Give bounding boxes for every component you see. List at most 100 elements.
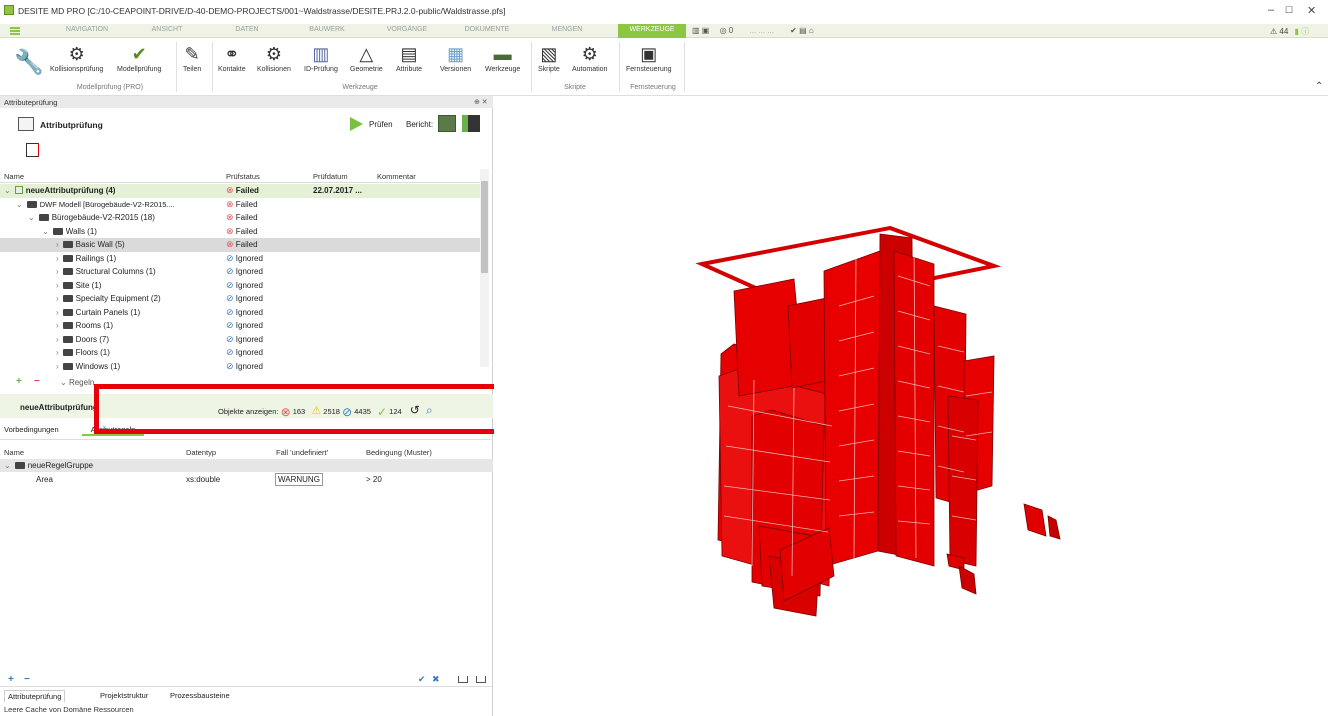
model-check-button[interactable]: ✔ Modellprüfung: [117, 42, 161, 73]
tree-row[interactable]: › Windows (1) ⊘ Ignored: [0, 360, 480, 374]
collision-check-button[interactable]: ⚙ Kollisionsprüfung: [50, 42, 103, 73]
3d-viewport[interactable]: [494, 96, 1328, 716]
menu-bauwerk[interactable]: BAUWERK: [300, 26, 354, 33]
menu-vorgaenge[interactable]: VORGÄNGE: [380, 26, 434, 33]
tree-tool-icon[interactable]: [26, 143, 39, 157]
menu-dokumente[interactable]: DOKUMENTE: [460, 26, 514, 33]
remove-icon[interactable]: −: [34, 376, 40, 387]
automation-button[interactable]: ⚙ Automation: [572, 42, 607, 73]
visibility-icon[interactable]: ◎: [720, 26, 727, 35]
tree-row[interactable]: › Curtain Panels (1) ⊘ Ignored: [0, 306, 480, 320]
rule-group-row[interactable]: ⌄ neueRegelGruppe: [0, 459, 493, 472]
col-status[interactable]: Prüfstatus: [226, 172, 260, 181]
collapse-ribbon-icon[interactable]: ⌃: [1315, 81, 1323, 92]
rule-col-type[interactable]: Datentyp: [186, 448, 216, 457]
bottom-tab-attribute[interactable]: Attributeprüfung: [4, 690, 66, 702]
rule-col-name[interactable]: Name: [4, 448, 24, 457]
maximize-button[interactable]: ☐: [1285, 5, 1293, 16]
remote-button[interactable]: ▣ Fernsteuerung: [626, 42, 672, 73]
layout-icon[interactable]: ▥ ▣: [692, 26, 709, 35]
pin-icon[interactable]: ⊕ ✕: [474, 98, 488, 106]
tree-row[interactable]: › Rooms (1) ⊘ Ignored: [0, 319, 480, 333]
menu-mengen[interactable]: MENGEN: [540, 26, 594, 33]
tree-row-selected[interactable]: › Basic Wall (5) ⊗ Failed: [0, 238, 480, 252]
add-rule-icon[interactable]: +: [8, 674, 14, 685]
tree-row[interactable]: ⌄ DWF Modell [Bürogebäude-V2-R2015.... ⊗ …: [0, 198, 480, 212]
remove-rule-icon[interactable]: −: [24, 674, 30, 685]
chevron-down-icon[interactable]: ⌄: [42, 227, 49, 236]
chevron-down-icon[interactable]: ⌄: [4, 461, 11, 470]
tab-vorbedingungen[interactable]: Vorbedingungen: [4, 425, 59, 434]
tool-icons[interactable]: ✔ ▤ ⌂: [790, 26, 814, 35]
row-name: Basic Wall (5): [75, 240, 125, 249]
folder-icon: [62, 268, 73, 275]
chevron-down-icon[interactable]: ⌄: [4, 186, 11, 195]
bottom-tab-process[interactable]: Prozessbausteine: [170, 691, 230, 700]
chevron-right-icon[interactable]: ›: [56, 362, 59, 371]
chevron-right-icon[interactable]: ›: [56, 281, 59, 290]
versions-button[interactable]: ▦ Versionen: [440, 42, 471, 73]
tree-row[interactable]: › Floors (1) ⊘ Ignored: [0, 346, 480, 360]
info-icon[interactable]: ⓘ: [1301, 27, 1309, 36]
export-rule-icon[interactable]: [476, 676, 486, 683]
tree-row[interactable]: › Railings (1) ⊘ Ignored: [0, 252, 480, 266]
minimize-button[interactable]: –: [1268, 4, 1274, 16]
chevron-right-icon[interactable]: ›: [56, 267, 59, 276]
ribbon-separator: [684, 42, 685, 92]
share-button[interactable]: ✎ Teilen: [183, 42, 201, 73]
tree-row[interactable]: ⌄ neueAttributprüfung (4) ⊗ Failed 22.07.…: [0, 184, 480, 198]
menu-navigation[interactable]: NAVIGATION: [60, 26, 114, 33]
tools-button[interactable]: ▬ Werkzeuge: [485, 42, 520, 73]
import-icon[interactable]: [458, 676, 468, 683]
tree-row[interactable]: › Site (1) ⊘ Ignored: [0, 279, 480, 293]
menu-daten[interactable]: DATEN: [220, 26, 274, 33]
col-date[interactable]: Prüfdatum: [313, 172, 348, 181]
chevron-right-icon[interactable]: ›: [56, 335, 59, 344]
chevron-down-icon[interactable]: ⌄: [16, 200, 23, 209]
rules-toggle[interactable]: ⌄ Regeln: [60, 378, 94, 387]
col-name[interactable]: Name: [4, 172, 24, 181]
id-check-button[interactable]: ▥ ID-Prüfung: [304, 42, 338, 73]
collisions-button[interactable]: ⚙ Kollisionen: [257, 42, 291, 73]
close-button[interactable]: ✕: [1307, 4, 1316, 17]
checkbox[interactable]: [14, 186, 23, 194]
attribute-button[interactable]: ▤ Attribute: [396, 42, 422, 73]
warning-icon[interactable]: ⚠: [1270, 27, 1277, 36]
menu-ansicht[interactable]: ANSICHT: [140, 26, 194, 33]
collision-check-label: Kollisionsprüfung: [50, 66, 104, 73]
contacts-button[interactable]: ⚭ Kontakte: [218, 42, 246, 73]
bottom-tab-project[interactable]: Projektstruktur: [100, 691, 148, 700]
status-icon[interactable]: ▮: [1295, 27, 1299, 36]
rule-row[interactable]: Area xs:double WARNUNG > 20: [0, 473, 493, 486]
export-icon[interactable]: [462, 115, 480, 132]
building-model[interactable]: [494, 96, 1328, 716]
hamburger-icon[interactable]: [10, 27, 20, 35]
tree-scroll-thumb[interactable]: [481, 181, 488, 273]
scripts-button[interactable]: ▧ Skripte: [538, 42, 560, 73]
tree-row[interactable]: › Specialty Equipment (2) ⊘ Ignored: [0, 292, 480, 306]
play-icon[interactable]: [350, 117, 363, 131]
tree-row[interactable]: ⌄ Walls (1) ⊗ Failed: [0, 225, 480, 239]
col-comment[interactable]: Kommentar: [377, 172, 416, 181]
tree-row[interactable]: › Doors (7) ⊘ Ignored: [0, 333, 480, 347]
tree-row[interactable]: › Structural Columns (1) ⊘ Ignored: [0, 265, 480, 279]
rule-col-cond[interactable]: Bedingung (Muster): [366, 448, 432, 457]
rule-cond-cell[interactable]: > 20: [366, 475, 382, 484]
chevron-right-icon[interactable]: ›: [56, 308, 59, 317]
confirm-icon[interactable]: ✔: [418, 674, 426, 685]
rule-col-undef[interactable]: Fall 'undefiniert': [276, 448, 328, 457]
cancel-icon[interactable]: ✖: [432, 674, 440, 685]
chevron-right-icon[interactable]: ›: [56, 254, 59, 263]
menu-werkzeuge[interactable]: WERKZEUGE: [618, 24, 686, 38]
rule-undef-select[interactable]: WARNUNG: [275, 473, 323, 486]
add-icon[interactable]: +: [16, 376, 22, 387]
chevron-right-icon[interactable]: ›: [56, 240, 59, 249]
chevron-down-icon[interactable]: ⌄: [28, 213, 35, 222]
geometry-button[interactable]: △ Geometrie: [350, 42, 383, 73]
chevron-right-icon[interactable]: ›: [56, 294, 59, 303]
run-check-button[interactable]: Prüfen: [369, 120, 393, 129]
chevron-right-icon[interactable]: ›: [56, 321, 59, 330]
chevron-right-icon[interactable]: ›: [56, 348, 59, 357]
excel-report-icon[interactable]: [438, 115, 456, 132]
tree-row[interactable]: ⌄ Bürogebäude-V2-R2015 (18) ⊗ Failed: [0, 211, 480, 225]
